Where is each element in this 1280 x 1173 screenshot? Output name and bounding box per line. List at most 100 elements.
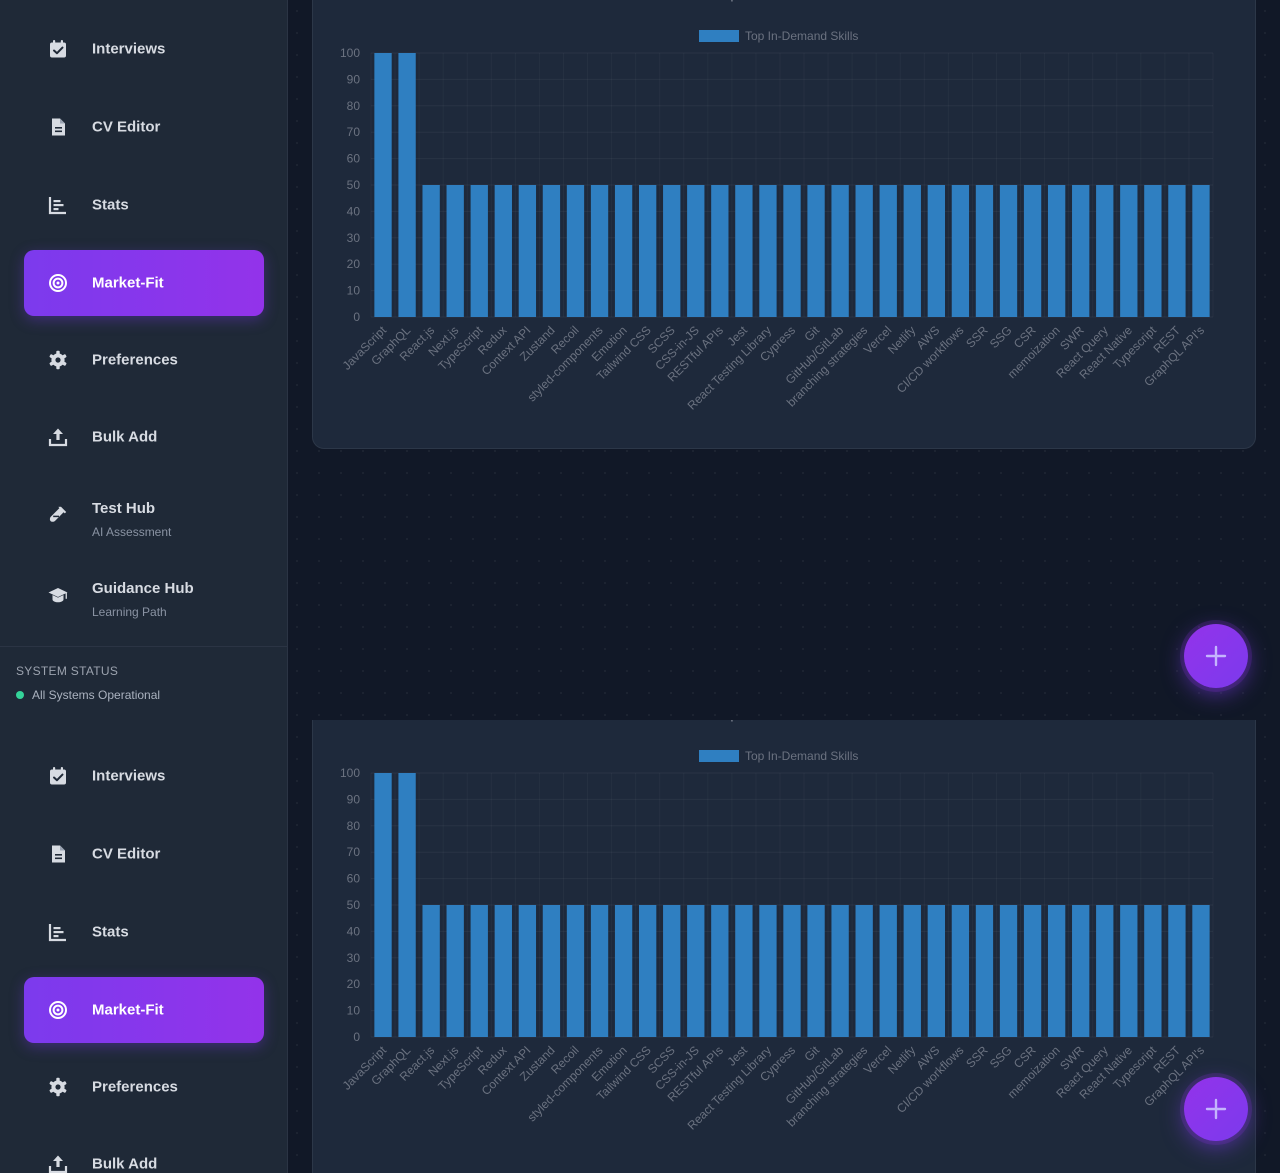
nav-label: CV Editor [92,118,161,136]
bar [951,905,970,1037]
bar [542,905,561,1037]
bar [687,185,705,317]
bar [470,905,488,1037]
y-tick-label: 90 [347,792,361,806]
bar [1192,185,1210,317]
y-tick-label: 20 [347,257,361,271]
y-tick-label: 50 [347,898,361,912]
bar [807,905,825,1037]
sidebar: Interviews CV Editor Stats Market-Fit Pr… [0,720,288,1173]
bar [879,185,897,317]
y-tick-label: 50 [347,178,361,192]
flask-icon [48,505,68,525]
upload-icon [48,1154,68,1173]
bar [1192,905,1210,1037]
nav-item-cv-editor[interactable]: CV Editor [24,94,264,160]
bar [663,905,681,1037]
plus-icon [1205,1098,1227,1120]
nav-item-market-fit[interactable]: Market-Fit [24,250,264,316]
nav-item-bulk-add[interactable]: Bulk Add [24,404,264,470]
y-tick-label: 80 [347,819,361,833]
x-tick-label: SSR [963,1043,991,1071]
bar [614,905,633,1037]
y-tick-label: 60 [347,152,361,166]
bar [903,185,921,317]
nav-label: Test Hub [92,500,156,517]
sidebar: Interviews CV Editor Stats Market-Fit Pr… [0,0,288,720]
nav-item-cv-editor[interactable]: CV Editor [24,821,264,887]
bar [735,905,753,1037]
nav-item-stats[interactable]: Stats [24,899,264,965]
y-tick-label: 90 [347,72,361,86]
nav-item-preferences[interactable]: Preferences [24,327,264,393]
bar [927,185,946,317]
nav-item-guidance-hub[interactable]: Guidance Hub Learning Path [24,562,264,628]
y-tick-label: 70 [347,125,361,139]
nav-item-test-hub[interactable]: Test Hub AI Assessment [24,482,264,548]
bar [566,905,585,1037]
nav-label: Interviews [92,767,166,785]
nav-item-stats[interactable]: Stats [24,172,264,238]
nav-item-preferences[interactable]: Preferences [24,1054,264,1120]
nav-label: Preferences [92,351,178,369]
plus-icon [1205,645,1227,667]
calendar-check-icon [48,39,68,59]
bar [494,185,512,317]
bar [1120,185,1138,317]
nav-label: Bulk Add [92,1155,158,1173]
y-tick-label: 10 [347,1004,361,1018]
y-tick-label: 100 [340,46,360,60]
nav-item-market-fit[interactable]: Market-Fit [24,977,264,1043]
viewport-top: Interviews CV Editor Stats Market-Fit Pr… [0,0,1280,720]
bar [687,905,705,1037]
bar [903,905,921,1037]
bar [855,905,873,1037]
document-icon [48,117,68,137]
bar [590,905,609,1037]
nav-item-bulk-add[interactable]: Bulk Add [24,1131,264,1173]
nav-sublabel: Learning Path [92,605,167,619]
bar [759,185,777,317]
calendar-check-icon [48,766,68,786]
x-tick-label: SSG [987,323,1015,351]
add-fab-button[interactable] [1184,624,1248,688]
legend-label: Top In-Demand Skills [745,29,858,43]
bar [759,905,777,1037]
bar [999,905,1018,1037]
bar [614,185,633,317]
bar [1047,185,1066,317]
nav-label: Market-Fit [92,274,164,292]
bar [663,185,681,317]
bar [783,185,801,317]
x-tick-label: SSG [987,1043,1015,1071]
bar [1120,905,1138,1037]
bar [1023,185,1042,317]
y-tick-label: 10 [347,284,361,298]
bar [711,905,729,1037]
bar [975,905,994,1037]
bar [470,185,488,317]
document-icon [48,844,68,864]
bar [542,185,561,317]
bar [783,905,801,1037]
bar [566,185,585,317]
skills-bar-chart: Top In-Demand Skills Top In-Demand Skills… [340,720,1213,1133]
bar [975,185,994,317]
y-tick-label: 20 [347,977,361,991]
x-tick-label: Netlify [885,323,918,356]
nav-label: Interviews [92,40,166,58]
add-fab-button[interactable] [1184,1077,1248,1141]
bar-chart-icon [48,922,68,942]
nav-label: Stats [92,923,129,941]
bar [999,185,1018,317]
bar [1144,185,1162,317]
y-tick-label: 100 [340,766,360,780]
bar [446,185,464,317]
x-tick-label: Netlify [885,1043,918,1076]
bar [1023,905,1042,1037]
bar [735,185,753,317]
skills-chart-card: Top In-Demand Skills Top In-Demand Skills… [312,0,1256,449]
status-text: All Systems Operational [32,688,161,702]
nav-item-interviews[interactable]: Interviews [24,743,264,809]
nav-item-interviews[interactable]: Interviews [24,16,264,82]
